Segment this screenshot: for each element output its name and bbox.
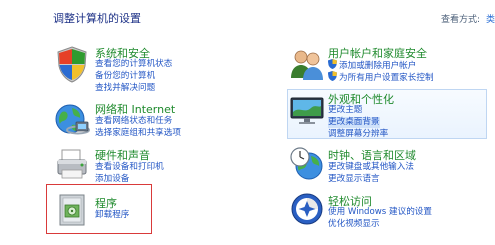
link-change-desktop-background[interactable]: 更改桌面背景: [328, 117, 380, 128]
link-add-remove-accounts-label: 添加或删除用户帐户: [339, 61, 417, 71]
users-icon[interactable]: [287, 44, 327, 84]
link-change-theme[interactable]: 更改主题: [328, 105, 362, 116]
link-change-keyboard[interactable]: 更改键盘或其他输入法: [328, 162, 414, 173]
printer-icon[interactable]: [52, 144, 92, 184]
clock-globe-icon[interactable]: [287, 144, 327, 184]
link-troubleshoot[interactable]: 查找并解决问题: [95, 83, 155, 94]
link-homegroup-sharing[interactable]: 选择家庭组和共享选项: [95, 128, 181, 139]
link-devices-printers[interactable]: 查看设备和打印机: [95, 162, 164, 173]
link-optimize-display[interactable]: 优化视频显示: [328, 219, 380, 230]
link-recommended-settings[interactable]: 使用 Windows 建议的设置: [328, 207, 432, 218]
category-title-hardware-sound[interactable]: 硬件和声音: [95, 147, 150, 163]
page-title: 调整计算机的设置: [53, 12, 141, 25]
link-backup-computer[interactable]: 备份您的计算机: [95, 71, 155, 82]
programs-icon[interactable]: [52, 189, 92, 229]
link-view-network-status[interactable]: 查看网络状态和任务: [95, 116, 172, 127]
link-add-device[interactable]: 添加设备: [95, 174, 129, 185]
category-title-programs[interactable]: 程序: [95, 195, 117, 211]
link-adjust-resolution[interactable]: 调整屏幕分辨率: [328, 129, 388, 140]
category-title-clock-language-region[interactable]: 时钟、语言和区域: [328, 147, 416, 163]
category-title-network-internet[interactable]: 网络和 Internet: [95, 101, 175, 117]
view-by-dropdown[interactable]: 类: [486, 12, 495, 25]
link-parental-controls-label: 为所有用户设置家长控制: [339, 73, 434, 83]
link-view-computer-status[interactable]: 查看您的计算机状态: [95, 59, 172, 70]
uac-shield-icon: [328, 59, 337, 69]
link-uninstall-program[interactable]: 卸载程序: [95, 210, 129, 221]
globe-network-icon[interactable]: [52, 100, 92, 140]
link-change-display-language[interactable]: 更改显示语言: [328, 174, 380, 185]
link-parental-controls[interactable]: 为所有用户设置家长控制: [328, 71, 434, 84]
uac-shield-icon: [328, 71, 337, 81]
display-icon[interactable]: [287, 90, 327, 130]
shield-flag-icon[interactable]: [52, 44, 92, 84]
view-by-label: 查看方式:: [441, 15, 481, 25]
ease-of-access-icon[interactable]: [287, 189, 327, 229]
